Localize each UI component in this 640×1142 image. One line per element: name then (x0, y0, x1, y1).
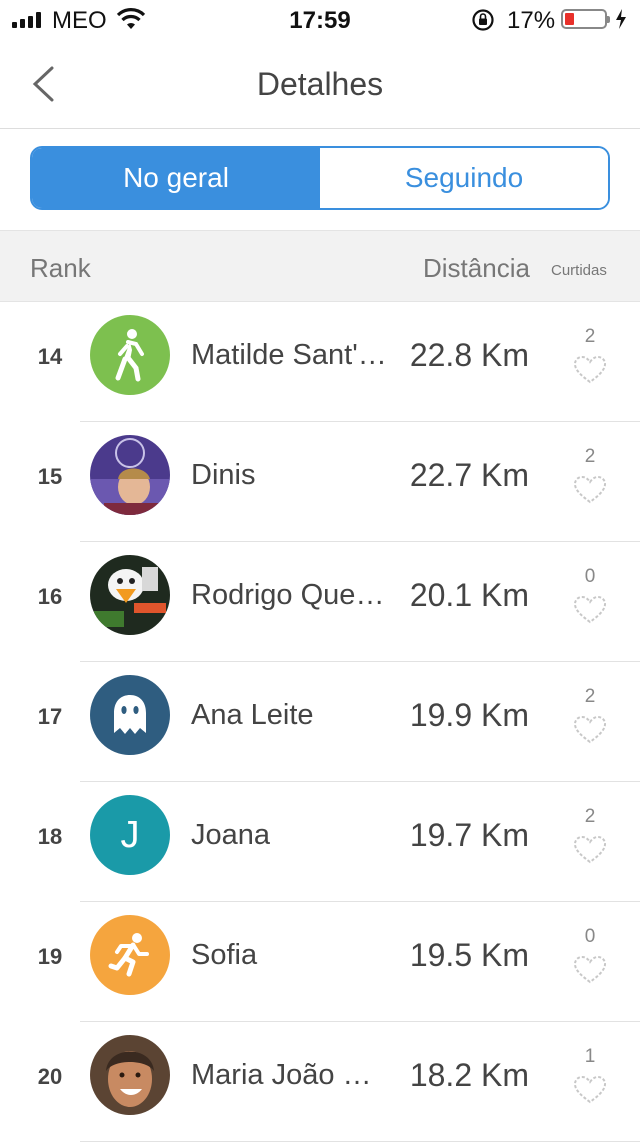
row-rank: 17 (37, 704, 63, 729)
ranking-row[interactable]: 19 Sofia 19.5 Km 0 (0, 902, 640, 1022)
row-rank: 18 (37, 824, 63, 849)
user-name: Dinis (191, 459, 256, 491)
user-name: Matilde Sant'Anna (191, 339, 387, 371)
ranking-row[interactable]: 16 Rodrigo Queirós 20.1 Km 0 (0, 542, 640, 662)
ranking-row[interactable]: 18 J Joana 19.7 Km 2 (0, 782, 640, 902)
heart-icon[interactable] (573, 955, 607, 985)
tab-following[interactable]: Seguindo (320, 148, 608, 208)
user-distance: 22.8 Km (409, 337, 529, 373)
user-name: Maria João Silva (191, 1059, 387, 1091)
walk-icon (115, 329, 144, 382)
user-distance: 18.2 Km (409, 1057, 529, 1093)
heart-icon[interactable] (573, 595, 607, 625)
avatar[interactable] (90, 915, 170, 995)
avatar[interactable] (90, 315, 170, 395)
charging-icon (616, 9, 626, 29)
orientation-lock-icon (472, 9, 494, 31)
row-rank: 19 (37, 944, 63, 969)
row-rank: 14 (37, 344, 63, 369)
avatar[interactable]: J (90, 795, 170, 875)
user-photo (90, 1035, 170, 1115)
status-bar: MEO 17:59 17% (0, 0, 640, 40)
like-count: 2 (584, 806, 596, 827)
like-count: 0 (584, 926, 596, 947)
user-distance: 19.9 Km (409, 697, 529, 733)
navigation-bar: Detalhes (0, 40, 640, 129)
heart-icon[interactable] (573, 475, 607, 505)
user-name: Ana Leite (191, 699, 314, 731)
user-photo (90, 555, 170, 635)
ghost-icon (114, 695, 146, 734)
page-title: Detalhes (256, 66, 384, 102)
avatar[interactable] (90, 435, 170, 515)
user-distance: 22.7 Km (409, 457, 529, 493)
user-distance: 19.7 Km (409, 817, 529, 853)
rank-column-header: Rank (30, 253, 91, 283)
like-count: 2 (584, 326, 596, 347)
ranking-row[interactable]: 15 Dinis 22.7 Km 2 (0, 422, 640, 542)
battery-percent: 17% (507, 7, 556, 34)
ranking-row[interactable]: 17 Ana Leite 19.9 Km 2 (0, 662, 640, 782)
user-name: Joana (191, 819, 271, 851)
user-distance: 20.1 Km (409, 577, 529, 613)
user-distance: 19.5 Km (409, 937, 529, 973)
like-count: 0 (584, 566, 596, 587)
table-header: Rank Distância Curtidas (0, 230, 640, 302)
tab-overall[interactable]: No geral (32, 148, 320, 208)
distance-column-header: Distância (423, 253, 530, 283)
ranking-list: 14 Matilde Sant'Anna 22.8 Km 2 15 (0, 302, 640, 1142)
avatar[interactable] (90, 1035, 170, 1115)
ranking-row[interactable]: 14 Matilde Sant'Anna 22.8 Km 2 (0, 302, 640, 422)
battery-icon (561, 9, 610, 29)
user-photo (90, 435, 170, 515)
heart-icon[interactable] (573, 715, 607, 745)
avatar[interactable] (90, 675, 170, 755)
like-count: 2 (584, 446, 596, 467)
likes-column-header: Curtidas (551, 262, 607, 279)
heart-icon[interactable] (573, 355, 607, 385)
segmented-control: No geral Seguindo (30, 146, 610, 210)
ranking-row[interactable]: 20 Maria João Silva 18.2 Km 1 (0, 1022, 640, 1142)
run-icon (108, 933, 149, 977)
like-count: 2 (584, 686, 596, 707)
heart-icon[interactable] (573, 1075, 607, 1105)
avatar[interactable] (90, 555, 170, 635)
user-name: Rodrigo Queirós (191, 579, 387, 611)
row-rank: 15 (37, 464, 63, 489)
avatar-initial: J (120, 813, 140, 856)
user-name: Sofia (191, 939, 258, 971)
row-rank: 16 (37, 584, 63, 609)
like-count: 1 (584, 1046, 596, 1067)
heart-icon[interactable] (573, 835, 607, 865)
row-rank: 20 (37, 1064, 63, 1089)
